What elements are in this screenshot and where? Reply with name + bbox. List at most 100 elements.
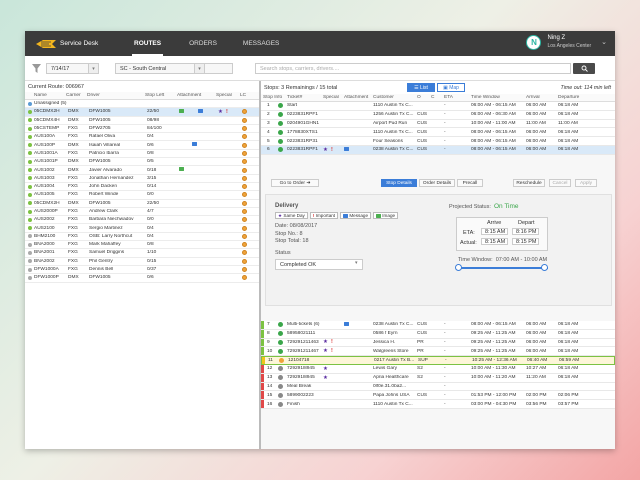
col-lc[interactable]: LC	[240, 93, 252, 98]
col-o[interactable]: O	[417, 95, 431, 100]
reschedule-button[interactable]: Reschedule	[513, 179, 545, 187]
stop-row[interactable]: 16 Finish 1110 Austin Tx C... - 03:00 PM - 0…	[261, 400, 615, 409]
mail-icon[interactable]	[344, 146, 349, 151]
lc-status-icon[interactable]	[242, 209, 247, 214]
time-window-slider[interactable]	[460, 267, 548, 269]
tab-stop-details[interactable]: Stop Details	[381, 179, 417, 187]
stop-row[interactable]: 13 729291l8945 ★ Apria Healthcare S2 - 10:00 A…	[261, 373, 615, 383]
actual-arrive-field[interactable]: 8:15 AM	[481, 238, 508, 245]
stop-row[interactable]: 14 Meal Break 0lf0e.31.0ba2... -	[261, 382, 615, 392]
chevron-down-icon[interactable]: ⌄	[601, 38, 607, 46]
lc-status-icon[interactable]	[242, 117, 247, 123]
mail-icon[interactable]	[192, 142, 197, 147]
stop-row[interactable]: 6 0223831RPF1 ★! 0238 Austin Tx C... CUS - 08:…	[261, 145, 615, 155]
image-icon[interactable]	[179, 167, 184, 172]
col-stop-info[interactable]: Stop Info	[261, 95, 287, 100]
lc-status-icon[interactable]	[242, 233, 247, 239]
col-special[interactable]: Special	[216, 93, 240, 98]
lc-status-icon[interactable]	[242, 109, 247, 115]
lc-status-icon[interactable]	[242, 275, 247, 281]
lc-status-icon[interactable]	[242, 184, 247, 190]
lc-status-icon[interactable]	[242, 134, 247, 140]
col-eta[interactable]: ETA	[444, 95, 471, 100]
stop-row[interactable]: 9 729291211463 ★! Jessica H. PR - 09:25 AM - 1…	[261, 338, 615, 348]
route-row[interactable]: 05CSTEMP FXG DFW2705 84/100	[25, 125, 259, 134]
status-select[interactable]: Completed OK	[275, 259, 363, 270]
go-to-order-button[interactable]: Go to Order ➜	[271, 179, 319, 187]
eta-arrive-field[interactable]: 8:15 AM	[481, 228, 508, 235]
image-icon[interactable]	[179, 108, 184, 113]
tag-same-day[interactable]: ★ Same Day	[275, 212, 308, 219]
route-row[interactable]: AUS1005 FXG Robert Winde 0/0	[25, 191, 259, 200]
lc-status-icon[interactable]	[242, 126, 247, 132]
lc-status-icon[interactable]	[242, 225, 247, 231]
map-view-button[interactable]: ▣ Map	[437, 83, 465, 92]
route-row[interactable]: AUS100P DMX Isaiah Villareal 0/6	[25, 141, 259, 150]
mail-icon[interactable]	[198, 108, 204, 113]
col-special[interactable]: Special	[323, 95, 344, 100]
route-row[interactable]: 05CDMX2H DMX DFW1005 22/50	[25, 200, 259, 208]
route-row[interactable]: BNA2001 FXG Samuel Driggins 1/10	[25, 249, 259, 258]
stop-row[interactable]: 1 Start 1110 Austin Tx C... - 06:00 AM - 06:…	[261, 102, 615, 111]
lc-status-icon[interactable]	[242, 217, 247, 223]
apply-button[interactable]: Apply	[575, 179, 597, 187]
route-row[interactable]: BNA2002 FXG Phil Gentry 0/15	[25, 258, 259, 266]
lc-status-icon[interactable]	[242, 150, 247, 156]
route-row[interactable]: DFW1000P DMX DFW1005 0/6	[25, 274, 259, 283]
nav-tab-messages[interactable]: MESSAGES	[243, 31, 279, 56]
nav-tab-routes[interactable]: ROUTES	[131, 31, 164, 56]
col-driver[interactable]: Driver	[87, 93, 145, 98]
route-row[interactable]: AUS1001A FXG Patricio Ibarra 0/8	[25, 150, 259, 159]
search-input[interactable]: Search stops, carriers, drivers....	[255, 63, 571, 74]
stop-row[interactable]: 2 0223831RPF1 1256 Austin Tx C... CUS - 06:00…	[261, 110, 615, 120]
tag-important[interactable]: ! Important	[309, 212, 339, 219]
lc-status-icon[interactable]	[242, 267, 247, 273]
route-row[interactable]: 05CDMX4H DMX DFW1005 08/98	[25, 117, 259, 125]
route-row[interactable]: AUS1003 FXG Jonathan Hernandez 3/15	[25, 175, 259, 183]
tag-image[interactable]: Image	[373, 212, 399, 219]
lc-status-icon[interactable]	[242, 242, 247, 248]
lc-status-icon[interactable]	[242, 200, 247, 206]
col-stop-left[interactable]: Stop Left	[145, 93, 177, 98]
route-row[interactable]: BNA2000 FXG Mark Mahaffey 0/8	[25, 241, 259, 250]
eta-depart-field[interactable]: 8:16 PM	[512, 228, 539, 235]
route-row[interactable]: AUS1001P DMX DFW1005 0/5	[25, 158, 259, 167]
col-name[interactable]: Name	[25, 93, 66, 98]
route-row[interactable]: AUS1002 DMX Javier Alvarado 0/18	[25, 166, 259, 175]
stop-row[interactable]: 8 58958021111 0586 f Eyrn CUS - 09:25 AM - 11…	[261, 329, 615, 339]
col-attachment[interactable]: Attachment	[344, 95, 373, 100]
route-row[interactable]: BHM2100 FXG OSB: Larry Northcut 0/4	[25, 233, 259, 242]
search-button[interactable]	[573, 63, 595, 74]
stop-row[interactable]: 5 0223831RP31 Four Seasons CUS - 08:00 AM - 0…	[261, 137, 615, 146]
lc-status-icon[interactable]	[242, 159, 247, 165]
stop-row[interactable]: 11 12104718 0217 Austin Tx B... SUP - 10:25 A…	[261, 356, 615, 365]
route-row[interactable]: AUS2000P FXG Andrew Clark 4/7	[25, 208, 259, 217]
route-row[interactable]: Unassigned (5)	[25, 100, 259, 109]
lc-status-icon[interactable]	[242, 258, 247, 264]
tag-message[interactable]: Message	[340, 212, 371, 219]
region-select[interactable]: SC - South Central	[115, 63, 233, 74]
lc-status-icon[interactable]	[242, 167, 247, 173]
route-row[interactable]: AUS2002 FXG Barbara Niechwadov 0/0	[25, 216, 259, 225]
col-ticket[interactable]: Ticket#	[287, 95, 323, 100]
route-row[interactable]: AUS1004 FXG John Dacken 0/14	[25, 183, 259, 192]
route-row[interactable]: 05CDMX2H DMX DFW1005 22/50 ★!	[25, 108, 259, 117]
nav-tab-orders[interactable]: ORDERS	[189, 31, 217, 56]
route-row[interactable]: DFW1000A FXG Dennis Bell 0/37	[25, 266, 259, 275]
route-row[interactable]: AUS2100 FXG Sergio Martinez 0/4	[25, 224, 259, 233]
lc-status-icon[interactable]	[242, 142, 247, 148]
lc-status-icon[interactable]	[242, 250, 247, 256]
user-menu[interactable]: N Ning Z Los Angeles Center ⌄	[526, 34, 607, 50]
region-dropdown-icon[interactable]: ▾	[194, 63, 205, 74]
slider-handle-end[interactable]	[541, 264, 548, 271]
filter-icon[interactable]	[32, 64, 41, 75]
col-customer[interactable]: Customer	[373, 95, 417, 100]
stop-row[interactable]: 15 5899002223 Papa Johns USA CUS - 01:53 PM -…	[261, 391, 615, 401]
cancel-button[interactable]: Cancel	[549, 179, 571, 187]
tab-precall[interactable]: Precall	[457, 179, 483, 187]
actual-depart-field[interactable]: 8:15 PM	[512, 238, 539, 245]
col-attachment[interactable]: Attachment	[177, 93, 216, 98]
lc-status-icon[interactable]	[242, 192, 247, 198]
col-c[interactable]: C	[431, 95, 444, 100]
stop-row[interactable]: 12 729291l8945 ★ Lewis Gary S2 - 10:00 AM - 11…	[261, 364, 615, 374]
